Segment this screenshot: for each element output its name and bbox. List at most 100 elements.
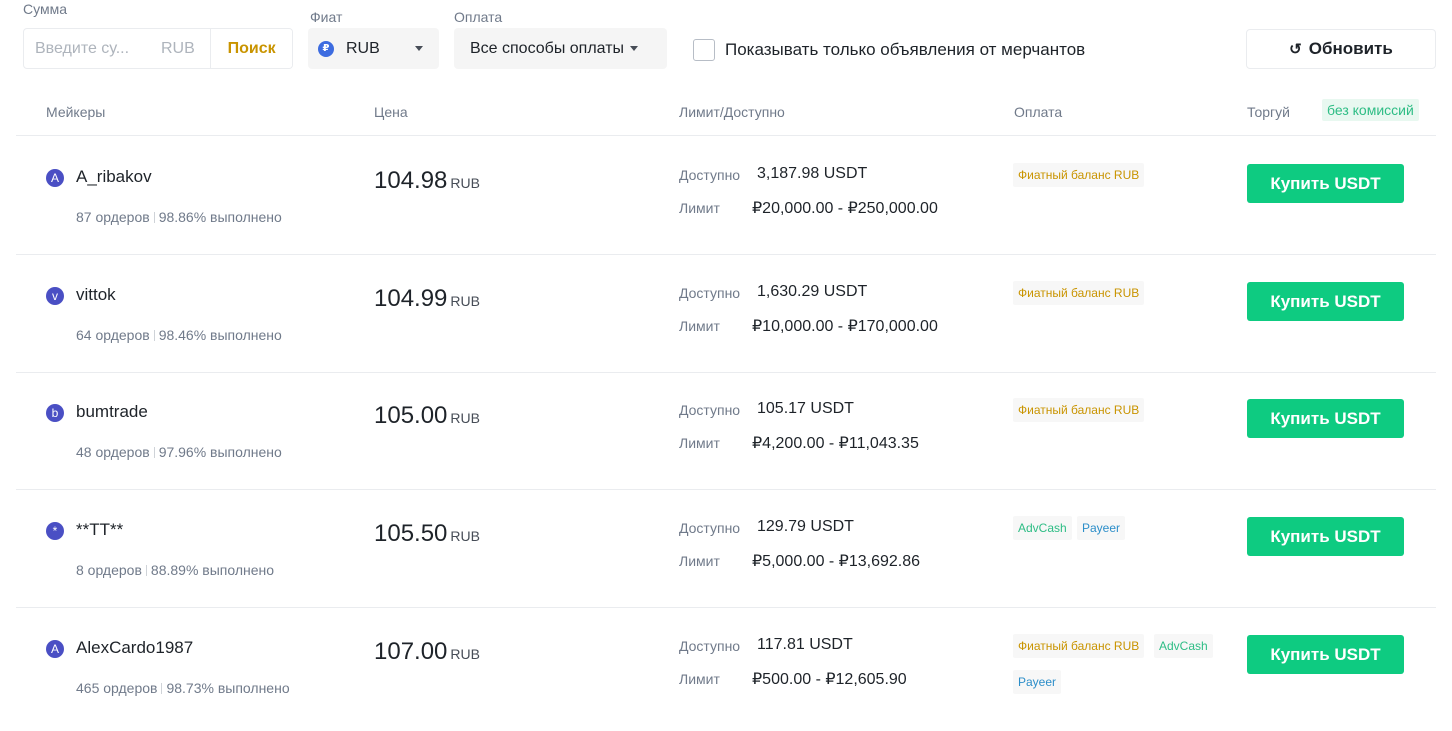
- search-button[interactable]: Поиск: [210, 29, 292, 68]
- stat-divider: [153, 212, 155, 223]
- table-row: v vittok 64 ордеров 98.46% выполнено 104.…: [16, 255, 1436, 373]
- maker-name-link[interactable]: vittok: [76, 285, 116, 305]
- maker-stats: 87 ордеров 98.86% выполнено: [76, 209, 282, 225]
- price: 107.00 RUB: [374, 638, 480, 666]
- avatar: A: [46, 640, 64, 658]
- limit-value: ₽4,200.00 - ₽11,043.35: [752, 435, 919, 452]
- column-header-limit: Лимит/Доступно: [679, 104, 785, 120]
- available-label: Доступно: [679, 167, 741, 183]
- column-header-makers: Мейкеры: [46, 104, 106, 120]
- available-label: Доступно: [679, 402, 741, 418]
- avatar: *: [46, 522, 64, 540]
- limit-label: Лимит: [679, 553, 720, 569]
- stat-divider: [161, 683, 163, 694]
- payment-select[interactable]: Все способы оплаты: [454, 28, 667, 69]
- avatar: b: [46, 404, 64, 422]
- price-value: 105.50: [374, 520, 448, 547]
- stat-divider: [145, 565, 147, 576]
- limit-value: ₽20,000.00 - ₽250,000.00: [752, 200, 938, 217]
- order-count: 87 ордеров: [76, 209, 150, 225]
- price-value: 104.98: [374, 167, 448, 194]
- fiat-select-value: RUB: [346, 39, 380, 57]
- buy-usdt-button[interactable]: Купить USDT: [1247, 282, 1404, 321]
- price-value: 104.99: [374, 285, 448, 312]
- price-value: 107.00: [374, 638, 448, 665]
- buy-usdt-button[interactable]: Купить USDT: [1247, 164, 1404, 203]
- avatar: A: [46, 169, 64, 187]
- buy-usdt-button[interactable]: Купить USDT: [1247, 399, 1404, 438]
- table-header: Мейкеры Цена Лимит/Доступно Оплата Торгу…: [16, 88, 1436, 136]
- price-currency: RUB: [450, 410, 480, 426]
- payment-tag: Фиатный баланс RUB: [1013, 163, 1145, 187]
- maker-stats: 64 ордеров 98.46% выполнено: [76, 327, 282, 343]
- price-value: 105.00: [374, 402, 448, 429]
- refresh-button[interactable]: ↺ Обновить: [1246, 29, 1436, 69]
- order-count: 48 ордеров: [76, 444, 150, 460]
- limit-label: Лимит: [679, 200, 720, 216]
- available-label: Доступно: [679, 285, 741, 301]
- payment-label: Оплата: [454, 9, 503, 25]
- available-value: 105.17 USDT: [757, 400, 854, 417]
- completion-rate: 88.89% выполнено: [150, 562, 275, 578]
- price: 104.99 RUB: [374, 285, 480, 313]
- limit-value: ₽5,000.00 - ₽13,692.86: [752, 553, 921, 570]
- completion-rate: 98.73% выполнено: [166, 680, 290, 696]
- maker-stats: 465 ордеров 98.73% выполнено: [76, 680, 290, 696]
- amount-field-group: RUB Поиск: [23, 28, 293, 69]
- maker-stats: 48 ордеров 97.96% выполнено: [76, 444, 282, 460]
- order-count: 8 ордеров: [76, 562, 142, 578]
- order-count: 465 ордеров: [76, 680, 158, 696]
- payment-tag: Payeer: [1077, 516, 1126, 540]
- amount-label: Сумма: [23, 1, 67, 17]
- limit-label: Лимит: [679, 318, 720, 334]
- fiat-select[interactable]: ₽ RUB: [308, 28, 439, 69]
- payment-tag: Фиатный баланс RUB: [1013, 634, 1145, 658]
- table-row: A A_ribakov 87 ордеров 98.86% выполнено 1…: [16, 137, 1436, 255]
- price: 105.50 RUB: [374, 520, 480, 548]
- available-value: 3,187.98 USDT: [757, 165, 868, 182]
- column-header-price: Цена: [374, 104, 408, 120]
- payment-tag: Фиатный баланс RUB: [1013, 281, 1145, 305]
- maker-name-link[interactable]: AlexCardo1987: [76, 638, 193, 658]
- payment-tag: AdvCash: [1013, 516, 1072, 540]
- available-value: 117.81 USDT: [757, 636, 853, 653]
- limit-value: ₽10,000.00 - ₽170,000.00: [752, 318, 938, 335]
- column-header-trade: Торгуй: [1247, 104, 1290, 120]
- maker-name-link[interactable]: bumtrade: [76, 402, 148, 422]
- merchant-only-label: Показывать только объявления от мерчанто…: [725, 40, 1086, 59]
- completion-rate: 97.96% выполнено: [158, 444, 282, 460]
- payment-tag: AdvCash: [1154, 634, 1213, 658]
- available-label: Доступно: [679, 520, 741, 536]
- merchant-only-checkbox[interactable]: [693, 39, 715, 61]
- price: 105.00 RUB: [374, 402, 480, 430]
- limit-label: Лимит: [679, 671, 720, 687]
- maker-stats: 8 ордеров 88.89% выполнено: [76, 562, 274, 578]
- maker-name-link[interactable]: **TT**: [76, 520, 123, 540]
- completion-rate: 98.86% выполнено: [158, 209, 282, 225]
- price-currency: RUB: [450, 293, 480, 309]
- payment-tag: Payeer: [1013, 670, 1062, 694]
- amount-unit: RUB: [161, 40, 195, 57]
- filter-bar: Сумма RUB Поиск Фиат ₽ RUB Оплата Все сп…: [0, 0, 1452, 80]
- table-row: A AlexCardo1987 465 ордеров 98.73% выполн…: [16, 608, 1436, 726]
- buy-usdt-button[interactable]: Купить USDT: [1247, 635, 1404, 674]
- stat-divider: [153, 330, 155, 341]
- maker-name-link[interactable]: A_ribakov: [76, 167, 152, 187]
- limit-value: ₽500.00 - ₽12,605.90: [752, 671, 907, 688]
- column-header-payment: Оплата: [1014, 104, 1063, 120]
- avatar: v: [46, 287, 64, 305]
- price-currency: RUB: [450, 175, 480, 191]
- available-label: Доступно: [679, 638, 741, 654]
- order-count: 64 ордеров: [76, 327, 150, 343]
- buy-usdt-button[interactable]: Купить USDT: [1247, 517, 1404, 556]
- payment-select-value: Все способы оплаты: [470, 39, 625, 57]
- merchant-only-toggle[interactable]: Показывать только объявления от мерчанто…: [693, 39, 1085, 61]
- stat-divider: [153, 447, 155, 458]
- caret-down-icon: [630, 46, 639, 51]
- table-row: b bumtrade 48 ордеров 97.96% выполнено 10…: [16, 372, 1436, 490]
- price-currency: RUB: [450, 646, 480, 662]
- payment-tag: Фиатный баланс RUB: [1013, 398, 1145, 422]
- amount-input[interactable]: [24, 29, 161, 68]
- rub-coin-icon: ₽: [318, 40, 334, 57]
- limit-label: Лимит: [679, 435, 720, 451]
